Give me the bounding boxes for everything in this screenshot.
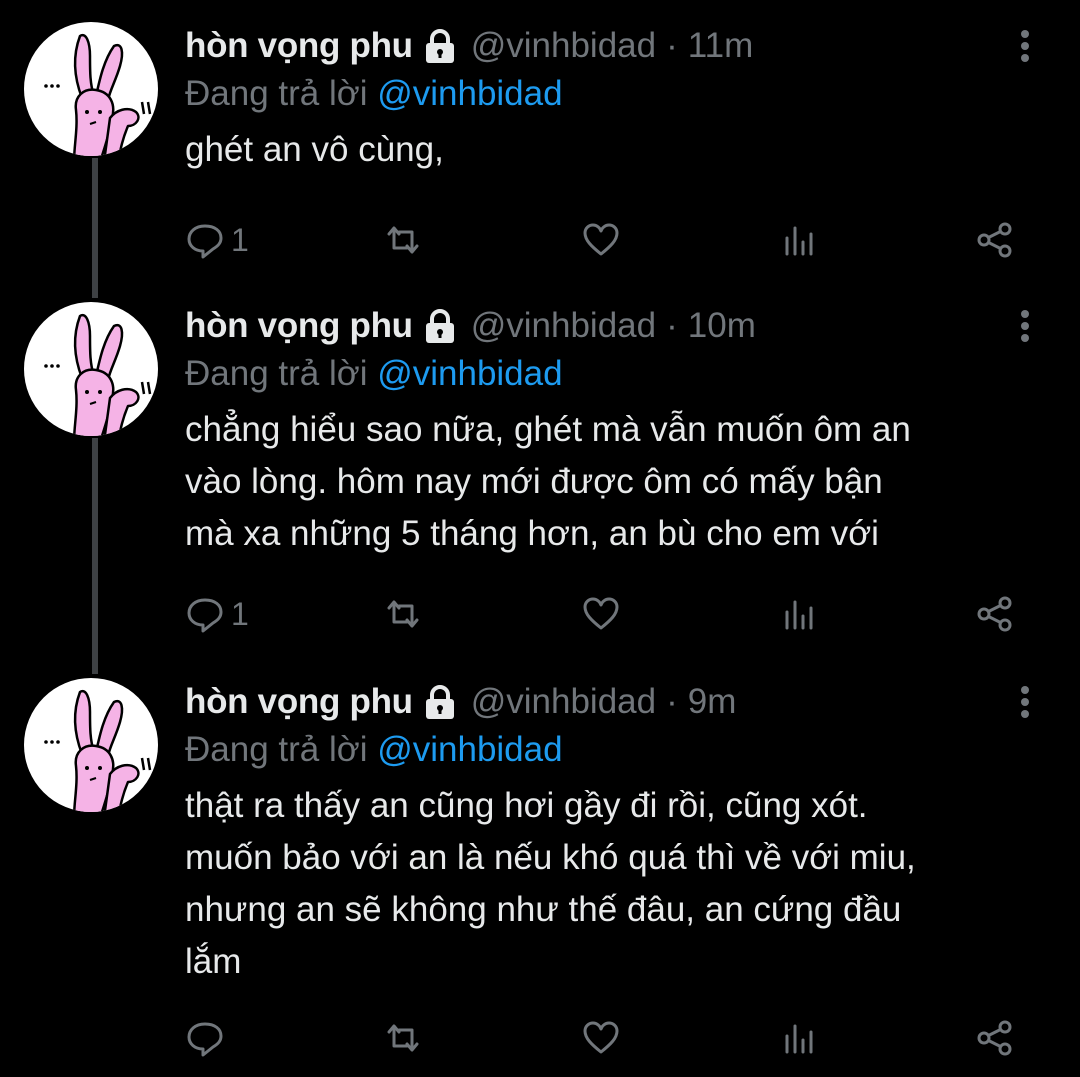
tweet-text-line: nhưng an sẽ không như thế đâu, an cứng đ… [185, 890, 902, 929]
tweet-actions [185, 1016, 1035, 1060]
bunny-avatar-icon [44, 689, 152, 812]
share-icon [977, 596, 1012, 632]
tweet-text-line: thật ra thấy an cũng hơi gầy đi rồi, cũn… [185, 786, 868, 825]
tweet-text-line: chẳng hiểu sao nữa, ghét mà vẫn muốn ôm … [185, 410, 911, 449]
tweet-actions: 1 [185, 592, 1035, 636]
timestamp[interactable]: 9m [688, 682, 737, 722]
reply-count: 1 [231, 221, 249, 258]
avatar[interactable] [24, 678, 158, 812]
like-button[interactable] [581, 1016, 621, 1060]
reply-count: 1 [231, 595, 249, 632]
reply-icon [187, 224, 223, 259]
views-button[interactable] [779, 592, 819, 636]
tweet-text-line: muốn bảo với an là nếu khó quá thì về vớ… [185, 838, 916, 877]
reply-icon [187, 598, 223, 633]
lock-icon [423, 308, 457, 344]
replying-to-label: Đang trả lời [185, 730, 368, 769]
bunny-avatar-icon [44, 313, 152, 436]
views-icon [785, 600, 813, 630]
tweet-header: hòn vọng phu @vinhbidad · 10m [185, 302, 1040, 350]
replying-to-label: Đang trả lời [185, 74, 368, 113]
display-name[interactable]: hòn vọng phu [185, 682, 413, 722]
views-button[interactable] [779, 218, 819, 262]
reply-button[interactable]: 1 [185, 592, 249, 636]
reply-button[interactable]: 1 [185, 218, 249, 262]
like-button[interactable] [581, 218, 621, 262]
tweet-text: thật ra thấy an cũng hơi gầy đi rồi, cũn… [185, 780, 1040, 988]
tweet-content: hòn vọng phu @vinhbidad · 9m Đang trả lờ… [185, 678, 1040, 988]
display-name[interactable]: hòn vọng phu [185, 306, 413, 346]
tweet-text-line: vào lòng. hôm nay mới được ôm có mấy bận [185, 462, 883, 501]
separator-dot: · [666, 306, 678, 345]
avatar[interactable] [24, 302, 158, 436]
reply-button[interactable] [185, 1016, 231, 1060]
tweet-text-line: mà xa những 5 tháng hơn, an bù cho em vớ… [185, 514, 879, 553]
timestamp[interactable]: 10m [688, 306, 756, 346]
separator-dot: · [666, 26, 678, 65]
retweet-icon [387, 1024, 419, 1052]
heart-icon [583, 223, 619, 256]
timestamp[interactable]: 11m [688, 26, 754, 66]
tweet-header: hòn vọng phu @vinhbidad · 11m [185, 22, 1040, 70]
views-icon [785, 226, 813, 256]
heart-icon [583, 597, 619, 630]
replying-to: Đang trả lời @vinhbidad [185, 726, 1040, 774]
replying-to: Đang trả lời @vinhbidad [185, 350, 1040, 398]
bunny-avatar-icon [44, 33, 152, 156]
retweet-button[interactable] [383, 1016, 423, 1060]
tweet-actions: 1 [185, 218, 1035, 262]
views-icon [785, 1024, 813, 1054]
share-button[interactable] [975, 592, 1015, 636]
replying-to-handle[interactable]: @vinhbidad [377, 354, 562, 393]
tweet-header: hòn vọng phu @vinhbidad · 9m [185, 678, 1040, 726]
replying-to-handle[interactable]: @vinhbidad [377, 730, 562, 769]
user-handle[interactable]: @vinhbidad [471, 682, 656, 722]
replying-to-label: Đang trả lời [185, 354, 368, 393]
retweet-icon [387, 226, 419, 254]
share-button[interactable] [975, 218, 1015, 262]
tweet-content: hòn vọng phu @vinhbidad · 10m Đang trả l… [185, 302, 1040, 560]
tweet-text-line: lắm [185, 942, 242, 981]
avatar[interactable] [24, 22, 158, 156]
thread-line [92, 438, 98, 674]
heart-icon [583, 1021, 619, 1054]
retweet-button[interactable] [383, 592, 423, 636]
lock-icon [423, 684, 457, 720]
views-button[interactable] [779, 1016, 819, 1060]
share-icon [977, 1020, 1012, 1056]
tweet-text: chẳng hiểu sao nữa, ghét mà vẫn muốn ôm … [185, 404, 1040, 560]
more-vertical-icon[interactable] [1010, 684, 1040, 720]
share-icon [977, 222, 1012, 258]
thread-line [92, 158, 98, 298]
tweet-text: ghét an vô cùng, [185, 124, 1040, 176]
user-handle[interactable]: @vinhbidad [471, 306, 656, 346]
share-button[interactable] [975, 1016, 1015, 1060]
retweet-button[interactable] [383, 218, 423, 262]
user-handle[interactable]: @vinhbidad [471, 26, 656, 66]
reply-icon [187, 1022, 223, 1057]
tweet-text-line: ghét an vô cùng, [185, 130, 444, 169]
like-button[interactable] [581, 592, 621, 636]
retweet-icon [387, 600, 419, 628]
tweet-content: hòn vọng phu @vinhbidad · 11m Đang trả l… [185, 22, 1040, 176]
replying-to: Đang trả lời @vinhbidad [185, 70, 1040, 118]
display-name[interactable]: hòn vọng phu [185, 26, 413, 66]
separator-dot: · [666, 682, 678, 721]
more-vertical-icon[interactable] [1010, 28, 1040, 64]
lock-icon [423, 28, 457, 64]
more-vertical-icon[interactable] [1010, 308, 1040, 344]
replying-to-handle[interactable]: @vinhbidad [377, 74, 562, 113]
